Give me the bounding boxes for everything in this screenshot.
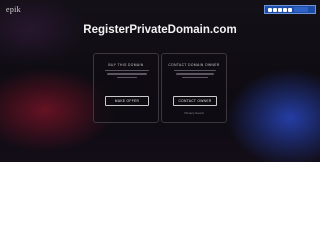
buy-domain-card: BUY THIS DOMAIN MAKE OFFER <box>93 53 159 123</box>
rating-caption-block <box>294 7 308 12</box>
star-icon <box>288 7 292 12</box>
card-description <box>100 70 154 79</box>
card-title: CONTACT DOMAIN OWNER <box>168 63 220 67</box>
text-line <box>117 76 137 79</box>
text-line <box>182 76 208 79</box>
contact-owner-card: CONTACT DOMAIN OWNER CONTACT OWNER Priva… <box>161 53 227 123</box>
text-line <box>105 70 149 72</box>
rating-stars <box>265 7 292 12</box>
text-line <box>174 70 216 72</box>
star-icon <box>273 7 277 12</box>
card-title: BUY THIS DOMAIN <box>108 63 144 67</box>
card-description <box>168 70 222 79</box>
star-icon <box>278 7 282 12</box>
star-icon <box>268 7 272 12</box>
text-line <box>176 73 214 75</box>
epik-logo[interactable]: epik <box>6 5 21 14</box>
rating-badge[interactable] <box>264 5 316 14</box>
make-offer-button[interactable]: MAKE OFFER <box>105 96 149 106</box>
text-line <box>107 73 147 75</box>
privacy-guard-link[interactable]: Privacy Guard <box>162 111 226 115</box>
star-icon <box>283 7 287 12</box>
domain-title: RegisterPrivateDomain.com <box>83 24 237 36</box>
contact-owner-button[interactable]: CONTACT OWNER <box>173 96 217 106</box>
hero-background: epik RegisterPrivateDomain.com BUY THIS … <box>0 0 320 162</box>
